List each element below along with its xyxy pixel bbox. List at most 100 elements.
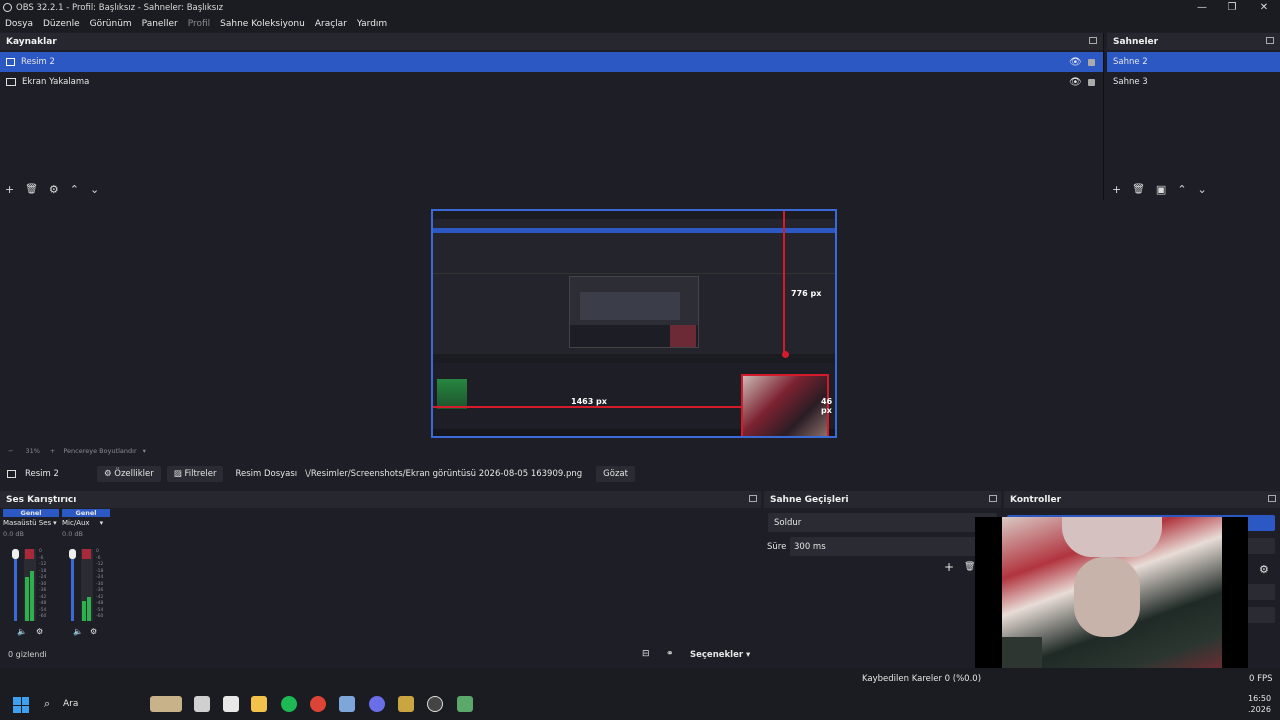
- dock-float-icon[interactable]: [749, 495, 757, 502]
- image-file-path[interactable]: \/Resimler/Screenshots/Ekran görüntüsü 2…: [305, 469, 582, 479]
- filter-icon: ▨: [173, 469, 185, 479]
- settings-gear-icon[interactable]: ⚙: [1259, 563, 1269, 576]
- source-item-label: Resim 2: [21, 57, 55, 67]
- nested-preview-image: [569, 276, 699, 348]
- move-up-icon[interactable]: ⌃: [70, 183, 79, 196]
- scene-filters-icon[interactable]: ▣: [1156, 183, 1166, 196]
- source-item[interactable]: Resim 2 👁: [0, 52, 1103, 72]
- add-transition-button[interactable]: +: [944, 560, 954, 574]
- mixer-options-button[interactable]: Seçenekler ▾: [690, 650, 750, 660]
- mixer-link-icon[interactable]: ⚭: [666, 649, 674, 659]
- level-meter: [81, 549, 93, 621]
- maximize-button[interactable]: ❐: [1216, 0, 1248, 15]
- properties-button[interactable]: ⚙ Özellikler: [96, 466, 161, 482]
- menu-edit[interactable]: Düzenle: [43, 19, 80, 29]
- window-title: OBS 32.2.1 - Profil: Başlıksız - Sahnele…: [16, 2, 224, 13]
- measure-top-label: 776 px: [791, 289, 822, 298]
- zoom-out-button[interactable]: −: [8, 447, 13, 455]
- zoom-in-button[interactable]: +: [50, 447, 55, 455]
- scene-item[interactable]: Sahne 2: [1107, 52, 1280, 72]
- dock-float-icon[interactable]: [1268, 495, 1276, 502]
- channel-settings-icon[interactable]: ⚙: [36, 627, 43, 636]
- menu-file[interactable]: Dosya: [5, 19, 33, 29]
- menu-tools[interactable]: Araçlar: [315, 19, 347, 29]
- remove-source-button[interactable]: 🗑: [25, 184, 38, 195]
- zoom-level: 31%: [25, 447, 40, 455]
- mixer-layout-icon[interactable]: ⊟: [642, 649, 650, 659]
- chevron-down-icon[interactable]: ▾: [100, 519, 104, 527]
- lock-icon[interactable]: [1088, 58, 1095, 66]
- scene-transitions-dock: Sahne Geçişleri Soldur Süre 300 ms + 🗑: [764, 491, 1001, 668]
- chrome-icon[interactable]: [310, 696, 326, 712]
- remove-transition-button[interactable]: 🗑: [964, 562, 975, 572]
- hidden-count: 0 gizlendi: [8, 650, 47, 659]
- move-up-icon[interactable]: ⌃: [1177, 183, 1186, 196]
- source-properties-gear-icon[interactable]: ⚙: [49, 183, 59, 196]
- close-button[interactable]: ✕: [1248, 0, 1280, 15]
- selected-source-name: Resim 2: [25, 469, 59, 479]
- task-view-icon[interactable]: [194, 696, 210, 712]
- add-source-button[interactable]: +: [5, 183, 14, 196]
- channel-group-label: Genel: [62, 509, 110, 517]
- app-icon[interactable]: [398, 696, 414, 712]
- lock-icon[interactable]: [1088, 78, 1095, 86]
- move-down-icon[interactable]: ⌄: [90, 183, 99, 196]
- news-widget-icon[interactable]: [150, 696, 182, 712]
- eye-icon[interactable]: 👁: [1069, 57, 1082, 68]
- menu-view[interactable]: Görünüm: [90, 19, 132, 29]
- mute-speaker-icon[interactable]: 🔈: [73, 627, 83, 636]
- preview-canvas[interactable]: 776 px 1463 px 46 px: [431, 209, 837, 438]
- scenes-header: Sahneler: [1107, 33, 1280, 50]
- windows-start-icon[interactable]: [13, 697, 29, 713]
- volume-slider[interactable]: [14, 549, 17, 621]
- menu-bar: Dosya Düzenle Görünüm Paneller Profil Sa…: [0, 15, 1280, 32]
- channel-settings-icon[interactable]: ⚙: [90, 627, 97, 636]
- fit-mode-select[interactable]: Pencereye Boyutlandır: [63, 447, 136, 455]
- meter-scale: 0 -6 -12 -18 -24 -30 -36 -42 -48 -54 -60: [96, 549, 104, 619]
- file-explorer-icon[interactable]: [251, 696, 267, 712]
- taskbar-search[interactable]: Ara: [63, 699, 78, 709]
- meter-scale: 0 -6 -12 -18 -24 -30 -36 -42 -48 -54 -60: [39, 549, 47, 619]
- volume-slider-handle[interactable]: [12, 549, 19, 559]
- chevron-down-icon[interactable]: ▾: [143, 447, 146, 455]
- image-file-label: Resim Dosyası: [235, 469, 298, 479]
- dock-float-icon[interactable]: [1089, 37, 1097, 44]
- add-scene-button[interactable]: +: [1112, 183, 1121, 196]
- minimize-button[interactable]: —: [1186, 0, 1218, 15]
- chevron-down-icon[interactable]: ▾: [53, 519, 57, 527]
- volume-slider-handle[interactable]: [69, 549, 76, 559]
- filters-button[interactable]: ▨ Filtreler: [166, 466, 224, 482]
- transitions-title: Sahne Geçişleri: [770, 494, 849, 505]
- obs-icon[interactable]: [427, 696, 443, 712]
- menu-profile[interactable]: Profil: [188, 19, 210, 29]
- search-icon[interactable]: ⌕: [44, 697, 50, 711]
- fps-status: 0 FPS: [1249, 674, 1273, 684]
- image-source-icon: [6, 58, 15, 66]
- browse-button[interactable]: Gözat: [596, 466, 635, 482]
- transition-select[interactable]: Soldur: [768, 513, 997, 532]
- selected-source-bounds[interactable]: [741, 374, 829, 436]
- scene-item[interactable]: Sahne 3: [1107, 72, 1280, 92]
- gear-icon: ⚙: [103, 469, 115, 479]
- menu-help[interactable]: Yardım: [357, 19, 387, 29]
- volume-slider[interactable]: [71, 549, 74, 621]
- app-icon[interactable]: [457, 696, 473, 712]
- mute-speaker-icon[interactable]: 🔈: [17, 627, 27, 636]
- source-item[interactable]: Ekran Yakalama 👁: [0, 72, 1103, 92]
- dock-float-icon[interactable]: [1266, 37, 1274, 44]
- remove-scene-button[interactable]: 🗑: [1132, 184, 1145, 195]
- scenes-dock: Sahneler Sahne 2 Sahne 3 + 🗑 ▣ ⌃ ⌄: [1107, 33, 1280, 200]
- mixer-channel: Genel Masaüstü Ses ▾ 0.0 dB 0 -6 -12 -18 -24…: [3, 509, 59, 637]
- eye-icon[interactable]: 👁: [1069, 77, 1082, 88]
- chevron-down-icon: ▾: [746, 650, 751, 660]
- menu-docks[interactable]: Paneller: [142, 19, 178, 29]
- discord-icon[interactable]: [369, 696, 385, 712]
- app-icon[interactable]: [339, 696, 355, 712]
- duration-input[interactable]: 300 ms: [790, 537, 997, 556]
- move-down-icon[interactable]: ⌄: [1198, 183, 1207, 196]
- menu-scene-collection[interactable]: Sahne Koleksiyonu: [220, 19, 305, 29]
- spotify-icon[interactable]: [281, 696, 297, 712]
- store-icon[interactable]: [223, 696, 239, 712]
- status-bar: Kaybedilen Kareler 0 (%0.0) 0 FPS: [0, 668, 1280, 690]
- dock-float-icon[interactable]: [989, 495, 997, 502]
